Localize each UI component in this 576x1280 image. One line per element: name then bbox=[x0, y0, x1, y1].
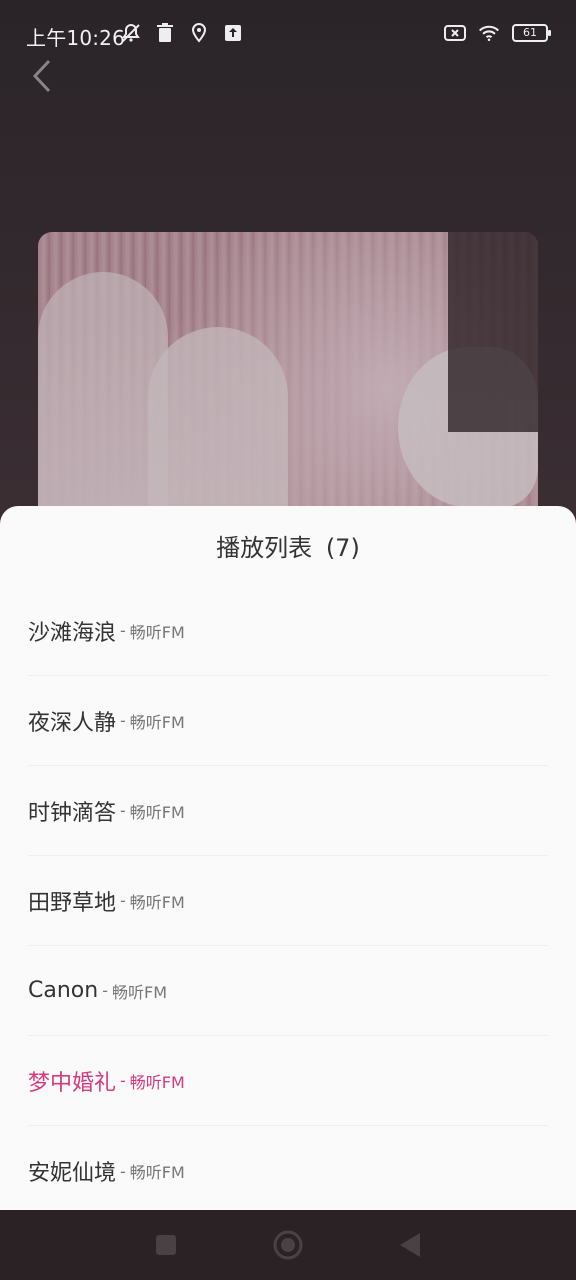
location-icon bbox=[188, 22, 210, 44]
battery-icon: 61 bbox=[512, 24, 551, 42]
track-separator: - bbox=[120, 891, 126, 910]
mute-bell-icon bbox=[120, 22, 142, 44]
track-name: 安妮仙境 bbox=[28, 1161, 117, 1186]
recent-apps-button[interactable] bbox=[151, 1230, 181, 1260]
trash-icon bbox=[154, 22, 176, 44]
playlist-item[interactable]: 田野草地 - 畅听FM bbox=[28, 856, 548, 946]
track-source: 畅听FM bbox=[129, 622, 185, 642]
navigation-bar bbox=[0, 1210, 576, 1280]
recent-apps-icon bbox=[156, 1235, 176, 1255]
playlist-title: 播放列表 (7) bbox=[0, 528, 576, 563]
status-icons-left bbox=[120, 22, 244, 44]
track-source: 畅听FM bbox=[129, 892, 185, 912]
playlist-item[interactable]: 沙滩海浪 - 畅听FM bbox=[28, 586, 548, 676]
track-name: 梦中婚礼 bbox=[28, 1070, 117, 1096]
track-separator: - bbox=[120, 1161, 126, 1181]
back-button[interactable] bbox=[24, 56, 60, 96]
playlist-sheet: 播放列表 (7) 沙滩海浪 - 畅听FM 夜深人静 - 畅听FM 时钟滴答 - … bbox=[0, 506, 576, 1210]
track-name: 时钟滴答 bbox=[28, 800, 117, 826]
track-name: 沙滩海浪 bbox=[28, 620, 117, 646]
playlist-list: 沙滩海浪 - 畅听FM 夜深人静 - 畅听FM 时钟滴答 - 畅听FM 田野草地… bbox=[28, 586, 548, 1216]
track-separator: - bbox=[120, 711, 126, 730]
playlist-title-text: 播放列表 bbox=[216, 534, 313, 562]
playlist-item[interactable]: 时钟滴答 - 畅听FM bbox=[28, 766, 548, 856]
playlist-count: (7) bbox=[325, 534, 360, 562]
track-source: 畅听FM bbox=[129, 1163, 185, 1182]
track-name: Canon bbox=[28, 978, 99, 1003]
playlist-item-active[interactable]: 梦中婚礼 - 畅听FM bbox=[28, 1036, 548, 1126]
upload-icon bbox=[222, 22, 244, 44]
track-source: 畅听FM bbox=[129, 712, 185, 732]
track-source: 畅听FM bbox=[129, 1072, 185, 1092]
nav-back-button[interactable] bbox=[395, 1230, 425, 1260]
track-source: 畅听FM bbox=[111, 982, 167, 1002]
home-icon bbox=[273, 1230, 303, 1260]
track-name: 田野草地 bbox=[28, 890, 117, 916]
cover-dark-area bbox=[448, 232, 538, 432]
playlist-item[interactable]: Canon - 畅听FM bbox=[28, 946, 548, 1036]
track-separator: - bbox=[120, 621, 126, 640]
track-separator: - bbox=[120, 801, 126, 820]
status-bar: 上午10:26 61 bbox=[0, 0, 576, 72]
track-separator: - bbox=[120, 1071, 126, 1090]
wifi-icon bbox=[478, 22, 500, 44]
status-time: 上午10:26 bbox=[26, 26, 126, 50]
track-separator: - bbox=[102, 981, 108, 1000]
playlist-item[interactable]: 夜深人静 - 畅听FM bbox=[28, 676, 548, 766]
playlist-item[interactable]: 安妮仙境 - 畅听FM bbox=[28, 1126, 548, 1216]
home-button[interactable] bbox=[273, 1230, 303, 1260]
status-icons-right: 61 bbox=[444, 22, 551, 44]
chevron-left-icon bbox=[32, 59, 51, 93]
track-source: 畅听FM bbox=[129, 802, 185, 822]
track-name: 夜深人静 bbox=[28, 710, 117, 736]
sim-x-icon bbox=[444, 22, 466, 44]
back-icon bbox=[400, 1233, 420, 1257]
